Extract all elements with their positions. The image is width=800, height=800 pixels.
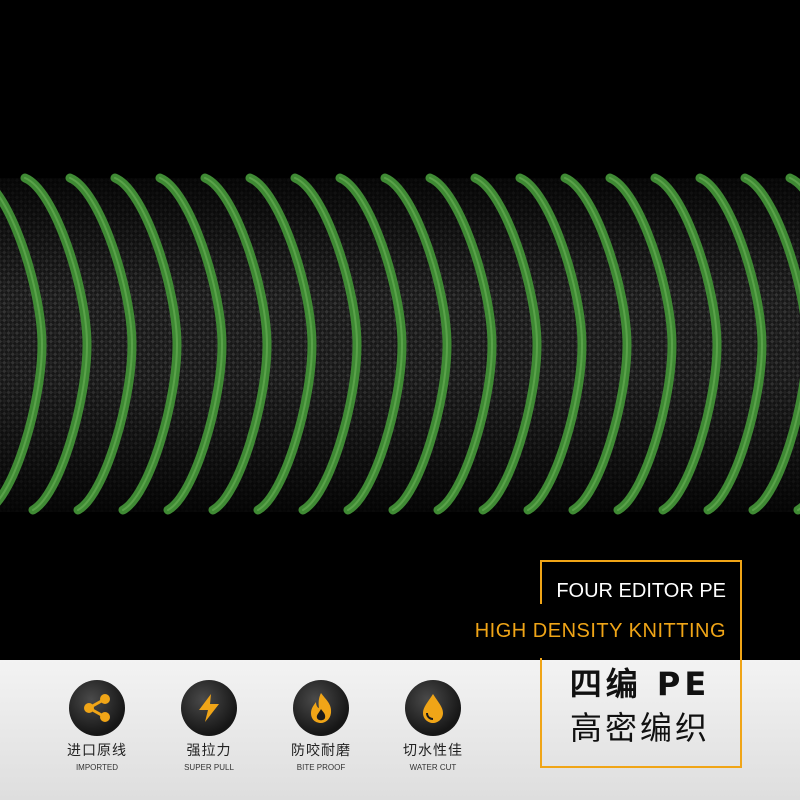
feature-label-cn: 进口原线: [67, 743, 127, 759]
subtitle-cn: 高密编织: [569, 709, 710, 747]
feature-bite-proof: 防咬耐磨 BITE PROOF: [271, 680, 371, 772]
feature-label-en: SUPER PULL: [184, 763, 234, 772]
flame-icon: [293, 680, 349, 736]
feature-super-pull: 强拉力 SUPER PULL: [159, 680, 259, 772]
product-banner: 进口原线 IMPORTED 强拉力 SUPER PULL 防咬耐磨 BITE P…: [0, 0, 800, 800]
share-icon: [69, 680, 125, 736]
feature-label-cn: 强拉力: [186, 743, 232, 759]
subtitle-en: HIGH DENSITY KNITTING: [474, 620, 726, 642]
feature-label-en: IMPORTED: [75, 763, 119, 772]
feature-label-cn: 防咬耐磨: [291, 743, 351, 759]
title-frame-bottom: [540, 766, 740, 768]
feature-label-en: BITE PROOF: [296, 763, 346, 772]
title-en: FOUR EDITOR PE: [556, 580, 726, 602]
feature-label-en: WATER CUT: [409, 763, 457, 772]
water-drop-icon: [405, 680, 461, 736]
lightning-icon: [181, 680, 237, 736]
feature-label-cn: 切水性佳: [403, 743, 463, 759]
feature-water-cut: 切水性佳 WATER CUT: [383, 680, 483, 772]
title-cn: 四编 PE: [569, 665, 711, 703]
title-cn-box: 四编 PE 高密编织: [540, 662, 740, 762]
feature-imported: 进口原线 IMPORTED: [47, 680, 147, 772]
